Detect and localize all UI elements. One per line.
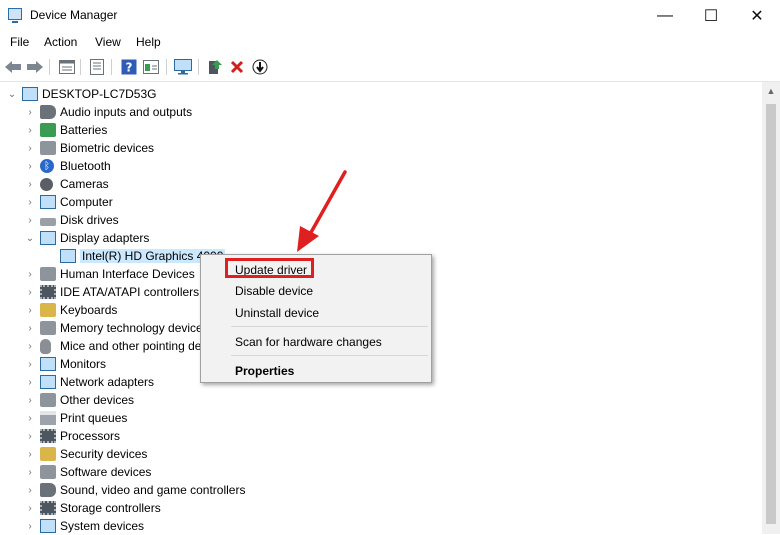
annotation-arrow: [297, 170, 347, 252]
